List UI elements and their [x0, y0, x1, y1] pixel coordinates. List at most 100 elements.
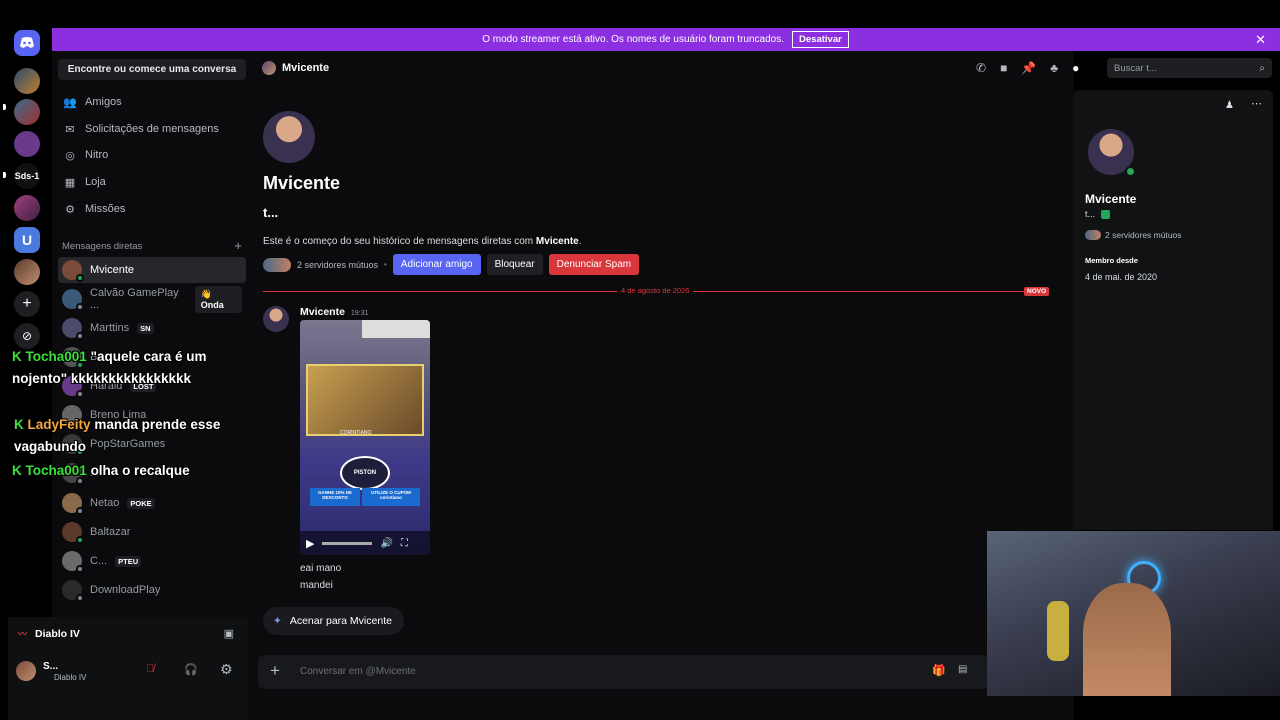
- new-badge: NOVO: [1024, 287, 1050, 296]
- member-since-date: 4 de mai. de 2020: [1085, 272, 1158, 282]
- message-author[interactable]: Mvicente: [300, 306, 345, 318]
- server-icon[interactable]: [14, 131, 40, 157]
- add-member-icon[interactable]: ♣: [1050, 61, 1058, 75]
- dm-item[interactable]: Netao POKE: [58, 490, 246, 516]
- profile-mutual[interactable]: 2 servidores mútuos: [1085, 230, 1182, 240]
- status-dot: [76, 303, 84, 311]
- people-icon: 👥: [63, 96, 77, 109]
- avatar: [262, 61, 276, 75]
- badge-icon: [1101, 209, 1111, 219]
- block-button[interactable]: Bloquear: [486, 254, 543, 275]
- discord-home-icon[interactable]: [14, 30, 40, 56]
- server-icon[interactable]: [14, 68, 40, 94]
- avatar: [62, 580, 84, 602]
- dm-name: Calvão GamePlay ...: [90, 287, 179, 311]
- fullscreen-icon[interactable]: ⛶: [401, 538, 408, 549]
- headset-muted-icon[interactable]: 🎧: [184, 663, 198, 676]
- message-input[interactable]: Conversar em @Mvicente: [300, 666, 416, 677]
- nav-nitro[interactable]: ◎ Nitro: [60, 144, 248, 166]
- settings-icon[interactable]: ⚙: [220, 661, 233, 678]
- close-icon[interactable]: ✕: [1255, 32, 1266, 48]
- wave-chip[interactable]: 👋 Onda: [194, 285, 242, 313]
- webcam-overlay: [987, 531, 1280, 696]
- dm-name: C...: [90, 555, 108, 567]
- screen-icon[interactable]: ▣: [224, 627, 234, 640]
- shop-icon: ▦: [64, 176, 76, 189]
- mutual-servers[interactable]: 2 servidores mútuos: [297, 260, 378, 270]
- server-u[interactable]: U: [14, 227, 40, 253]
- stream-chat-line: K LadyFeity manda prende esse vagabundo: [14, 417, 221, 454]
- server-sds[interactable]: Sds-1: [14, 163, 40, 189]
- avatar[interactable]: [16, 661, 36, 681]
- quest-icon: ⚙: [65, 203, 75, 216]
- online-status: [1125, 166, 1136, 177]
- search-input[interactable]: Buscar t... ⌕: [1107, 58, 1272, 78]
- status-dot: [76, 594, 84, 602]
- attach-icon[interactable]: +: [270, 661, 280, 681]
- user-status: Diablo IV: [54, 673, 87, 682]
- profile-toggle-icon[interactable]: ●: [1072, 61, 1079, 75]
- wave-button[interactable]: ✦ Acenar para Mvicente: [263, 607, 404, 635]
- status-dot: [76, 390, 84, 398]
- message-input-bar: + Conversar em @Mvicente 🎁 ▤: [258, 655, 988, 689]
- activity-wave-icon: 〰: [18, 629, 28, 639]
- dm-item[interactable]: Mvicente: [58, 257, 246, 283]
- nav-friends[interactable]: 👥 Amigos: [60, 91, 248, 113]
- add-server-icon[interactable]: +: [14, 291, 40, 317]
- report-spam-button[interactable]: Denunciar Spam: [548, 254, 640, 275]
- member-since-label: Membro desde: [1085, 256, 1138, 265]
- server-icon[interactable]: [14, 99, 40, 125]
- add-friend-icon[interactable]: ♟: [1225, 100, 1234, 111]
- stream-chat-line: K Tocha001 olha o recalque: [12, 463, 190, 478]
- date-divider-label: 4 de agosto de 2026: [617, 286, 694, 295]
- volume-icon[interactable]: 🔊: [380, 538, 392, 549]
- avatar[interactable]: [263, 306, 289, 332]
- mic-muted-icon[interactable]: 🎙̸: [146, 663, 154, 675]
- status-dot: [76, 332, 84, 340]
- clan-tag: POKE: [127, 497, 155, 509]
- video-embed[interactable]: CORINTIANO PISTON GANHE 10% DE DESCONTO …: [300, 320, 430, 555]
- dm-item[interactable]: Marttins SN: [58, 315, 246, 341]
- dm-main: Mvicente Mvicente t... Este é o começo d…: [252, 51, 1074, 720]
- profile-panel-handle: t...: [1085, 209, 1111, 219]
- dm-item[interactable]: C... PTEU: [58, 548, 246, 574]
- avatar: [62, 551, 84, 573]
- avatar: [62, 289, 84, 311]
- phone-icon[interactable]: ✆: [976, 61, 986, 75]
- mail-icon: ✉: [65, 123, 75, 136]
- clan-tag: PTEU: [115, 555, 142, 567]
- profile-name: Mvicente: [263, 173, 341, 193]
- nav-message-requests[interactable]: ✉ Solicitações de mensagens: [60, 118, 248, 140]
- add-friend-button[interactable]: Adicionar amigo: [392, 254, 481, 275]
- dm-item[interactable]: DownloadPlay: [58, 577, 246, 603]
- stream-chat-line: K Tocha001 "aquele cara é um nojento" kk…: [12, 349, 207, 386]
- server-icon[interactable]: [14, 259, 40, 285]
- dm-item[interactable]: Baltazar: [58, 519, 246, 545]
- activity-name: Diablo IV: [35, 627, 80, 640]
- avatar: [62, 493, 84, 515]
- nav-quests[interactable]: ⚙ Missões: [60, 198, 248, 220]
- add-dm-icon[interactable]: +: [234, 239, 242, 252]
- server-icon[interactable]: [14, 195, 40, 221]
- find-conversation-button[interactable]: Encontre ou comece uma conversa: [58, 59, 246, 80]
- nitro-icon: ◎: [65, 149, 75, 162]
- nav-shop[interactable]: ▦ Loja: [60, 171, 248, 193]
- message-text: eai mano mandei: [300, 563, 342, 591]
- play-icon[interactable]: ▶: [306, 537, 314, 550]
- dm-item[interactable]: Calvão GamePlay ... 👋 Onda: [58, 285, 246, 313]
- status-dot: [76, 274, 84, 282]
- disable-streamer-button[interactable]: Desativar: [792, 31, 849, 48]
- more-icon[interactable]: ⋯: [1251, 97, 1262, 110]
- video-icon[interactable]: ■: [1000, 61, 1007, 75]
- dm-intro: Este é o começo do seu histórico de mens…: [263, 236, 582, 247]
- dm-name: Mvicente: [90, 264, 135, 276]
- profile-avatar[interactable]: [263, 111, 315, 163]
- gif-icon[interactable]: ▤: [958, 664, 967, 675]
- gift-icon[interactable]: 🎁: [932, 664, 946, 677]
- mutual-server-icons: [263, 257, 291, 272]
- dm-section-header: Mensagens diretas +: [62, 238, 242, 253]
- avatar: [62, 318, 84, 340]
- video-progress-slider[interactable]: [322, 541, 373, 545]
- pin-icon[interactable]: 📌: [1021, 61, 1036, 75]
- username: S...: [43, 661, 59, 672]
